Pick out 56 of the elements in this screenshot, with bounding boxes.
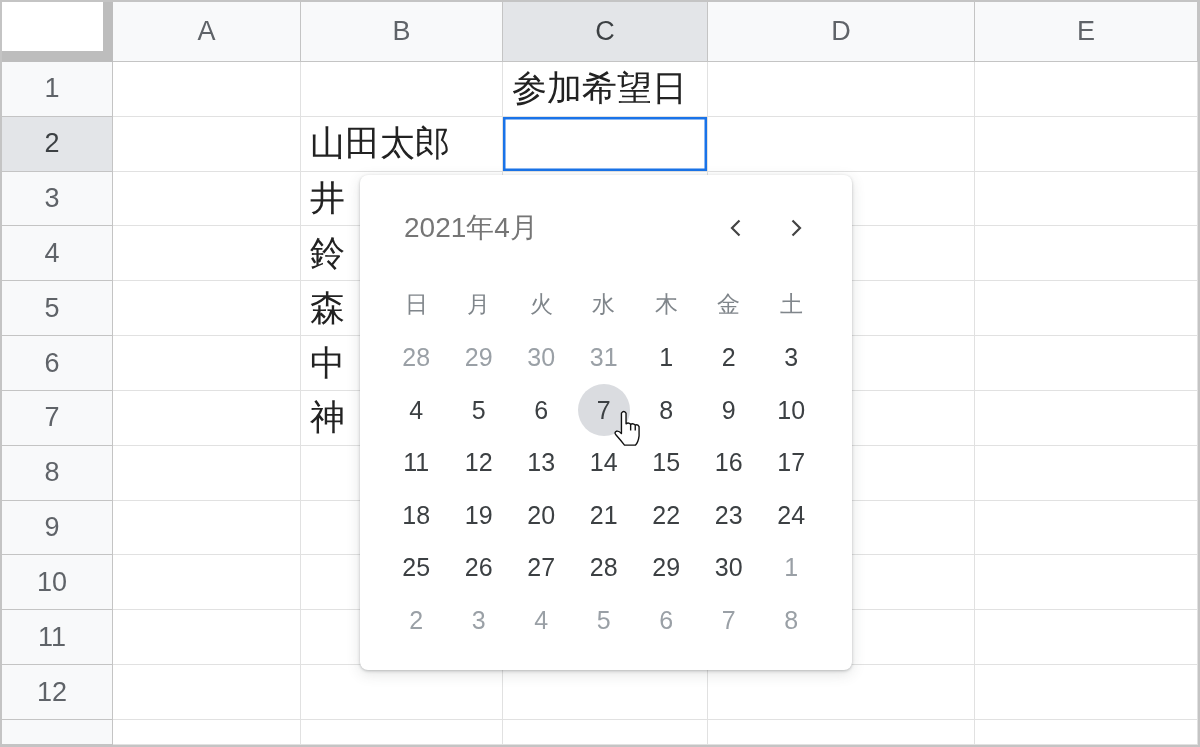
weekday-label: 木 bbox=[654, 291, 678, 320]
column-header[interactable]: E bbox=[975, 2, 1198, 62]
calendar-day[interactable]: 27 bbox=[517, 543, 566, 592]
column-header[interactable]: D bbox=[708, 2, 975, 62]
table-cell: 山田太郎 bbox=[301, 116, 503, 172]
calendar-day[interactable]: 16 bbox=[704, 438, 753, 487]
weekday-label: 金 bbox=[717, 291, 741, 320]
row-header[interactable]: 3 bbox=[2, 171, 113, 227]
calendar-day[interactable]: 13 bbox=[517, 438, 566, 487]
chevron-left-icon bbox=[729, 219, 741, 237]
calendar-day[interactable]: 8 bbox=[642, 386, 691, 435]
selected-cell[interactable] bbox=[503, 116, 708, 172]
calendar-day[interactable]: 17 bbox=[767, 438, 816, 487]
calendar-day[interactable]: 23 bbox=[704, 491, 753, 540]
calendar-day[interactable]: 21 bbox=[579, 491, 628, 540]
calendar-day[interactable]: 20 bbox=[517, 491, 566, 540]
calendar-day[interactable]: 30 bbox=[704, 543, 753, 592]
calendar-day[interactable]: 29 bbox=[642, 543, 691, 592]
calendar-day[interactable]: 2 bbox=[704, 333, 753, 382]
row-header[interactable]: 8 bbox=[2, 445, 113, 501]
row-header[interactable]: 5 bbox=[2, 281, 113, 337]
row-header[interactable]: 10 bbox=[2, 555, 113, 611]
column-header[interactable]: C bbox=[503, 2, 708, 62]
column-header[interactable]: A bbox=[113, 2, 301, 62]
row-header[interactable]: 9 bbox=[2, 500, 113, 556]
chevron-right-icon bbox=[790, 219, 802, 237]
row-header[interactable]: 7 bbox=[2, 390, 113, 446]
calendar-day[interactable]: 22 bbox=[642, 491, 691, 540]
calendar-day[interactable]: 28 bbox=[579, 543, 628, 592]
row-header[interactable]: 11 bbox=[2, 610, 113, 666]
calendar-day[interactable]: 7 bbox=[577, 384, 630, 437]
calendar-day[interactable]: 24 bbox=[767, 491, 816, 540]
calendar-day[interactable]: 14 bbox=[579, 438, 628, 487]
weekday-label: 土 bbox=[779, 291, 803, 320]
weekday-label: 火 bbox=[529, 291, 553, 320]
row-header[interactable]: 6 bbox=[2, 336, 113, 391]
weekday-label: 月 bbox=[467, 291, 491, 320]
calendar-day[interactable]: 19 bbox=[454, 491, 503, 540]
column-header[interactable]: B bbox=[301, 2, 503, 62]
calendar-day[interactable]: 6 bbox=[517, 386, 566, 435]
row-header[interactable]: 1 bbox=[2, 62, 113, 117]
table-cell: 参加希望日 bbox=[503, 62, 708, 117]
weekday-label: 水 bbox=[592, 291, 616, 320]
row-header[interactable]: 12 bbox=[2, 665, 113, 720]
calendar-day[interactable]: 1 bbox=[642, 333, 691, 382]
row-header[interactable]: 4 bbox=[2, 226, 113, 282]
calendar-day[interactable]: 15 bbox=[642, 438, 691, 487]
hand-pointer-cursor-icon bbox=[612, 410, 640, 446]
calendar-day[interactable]: 10 bbox=[767, 386, 816, 435]
calendar-day[interactable]: 3 bbox=[767, 333, 816, 382]
calendar-day[interactable]: 26 bbox=[454, 543, 503, 592]
calendar-day[interactable]: 25 bbox=[392, 543, 441, 592]
row-header[interactable]: 2 bbox=[2, 116, 113, 172]
calendar-day[interactable]: 9 bbox=[704, 386, 753, 435]
weekday-label: 日 bbox=[404, 291, 428, 320]
calendar-day[interactable]: 18 bbox=[392, 491, 441, 540]
